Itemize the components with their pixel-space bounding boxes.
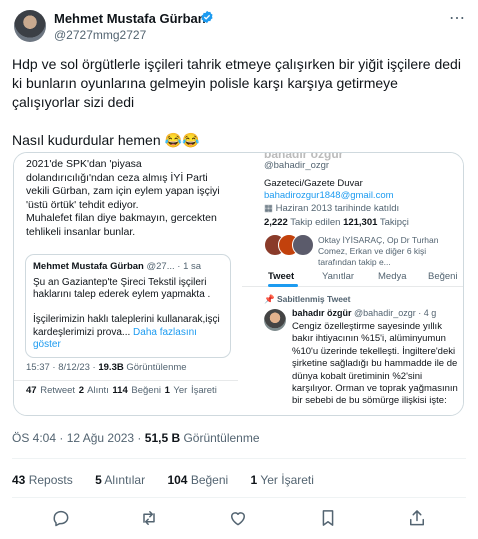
divider [12,497,466,498]
avatar[interactable] [14,10,46,42]
tab-tweet: Tweet [268,271,295,282]
tab-replies: Yanıtlar [322,271,355,282]
text-line: 2021'de SPK'dan 'piyasa [26,158,142,170]
text-line: dolandırıcılığı'ndan ceza almış İYİ Part… [26,171,208,184]
quotes-stat[interactable]: 5 Alıntılar [95,473,145,487]
avatar [264,309,286,331]
like-count: 114 [112,385,128,396]
bookmark-icon [322,510,334,526]
tab-media: Medya [378,271,407,282]
profile-tabs: Tweet Yanıtlar Medya Beğeni [242,265,463,287]
share-button[interactable] [407,508,431,532]
followed-by-avatars [264,234,316,256]
pinned-label: 📌 Sabitlenmiş Tweet [264,294,350,305]
embedded-quote-card: Mehmet Mustafa Gürban @27... · 1 sa Şu a… [25,254,231,358]
profile-email: bahadirozgur1848@gmail.com [264,190,394,201]
following-count: 2,222 [264,217,288,228]
tab-likes: Beğeni [428,271,458,282]
reply-icon [53,510,69,527]
followed-by-text: Oktay İYİSARAÇ, Op Dr Turhan Comez, Erka… [318,235,439,267]
quote-label: Alıntı [84,385,113,396]
like-icon [231,512,245,526]
profile-joined: ▦ Haziran 2013 tarihinde katıldı [264,203,399,214]
like-button[interactable] [228,508,252,532]
calendar-icon: ▦ [264,203,276,214]
likes-stat[interactable]: 104 Beğeni [167,473,228,487]
author-name[interactable]: Mehmet Mustafa Gürban [54,11,206,26]
bookmark-label: Yer İşareti [169,385,217,396]
following-label: Takip edilen [287,217,344,228]
bookmarks-label: Yer İşareti [257,473,314,487]
quote-line: haklarını talep ederek eylem yapmakta . [33,289,211,300]
repost-icon [143,511,155,525]
likes-label: Beğeni [187,473,229,487]
quotes-count: 5 [95,473,102,487]
reposts-stat[interactable]: 43 Reposts [12,473,73,487]
followers-count: 121,301 [343,217,378,228]
likes-count: 104 [167,473,188,487]
bookmark-button[interactable] [318,508,342,532]
tweet-header: Mehmet Mustafa Gürban @2727mmg2727 ⋯ [12,8,466,44]
reply-button[interactable] [51,508,75,532]
views-label: Görüntülenme [180,431,260,445]
tweet-paragraph: Hdp ve sol örgütlerle işçileri tahrik et… [12,56,461,110]
active-tab-indicator [268,284,298,287]
text-line: vekili Gürban, zam için eylem yapan işçi… [26,185,220,197]
quote-author-name: Mehmet Mustafa Gürban [33,261,144,272]
tweet-paragraph: Nasıl kudurdular hemen 😂😂 [12,132,200,148]
quoted-tweet-stats: 47 Retweet 2 Alıntı 114 Beğeni 1 Yer İşa… [26,385,217,396]
avatar [292,234,314,256]
quoted-tweet-time: 15:37 · 8/12/23 · [26,362,99,373]
share-icon [410,510,424,526]
quoted-tweet-text: 2021'de SPK'dan 'piyasa dolandırıcılığı'… [26,158,238,239]
joined-text: Haziran 2013 tarihinde katıldı [275,203,400,214]
retweet-label: Retweet [36,385,79,396]
tweet-stats: 43 Reposts 5 Alıntılar 104 Beğeni 1 Yer … [12,473,333,487]
text-line: 'üstü örtük' tehdit ediyor. [26,198,139,211]
quoted-tweet-meta: 15:37 · 8/12/23 · 19.3B Görüntülenme [26,362,187,373]
tweet-views: 51,5 B [144,431,181,445]
divider [12,458,466,459]
quote-line: kardeşlerimizi prova... Daha fazlasını g… [33,327,223,352]
repost-button[interactable] [139,508,163,532]
profile-handle: @bahadir_ozgr [264,160,330,171]
text-line: Muhalefet filan diye bakmayın, gercekten [26,212,217,224]
action-bar [0,508,478,532]
pinned-post-body: Cengiz özelleştirme sayesinde yıllık bak… [292,321,458,407]
pinned-text: Sabitlenmiş Tweet [276,294,351,304]
retweet-count: 47 [26,385,37,396]
bookmarks-stat[interactable]: 1 Yer İşareti [251,473,314,487]
quote-line [33,302,223,315]
author-handle[interactable]: @2727mmg2727 [54,28,146,42]
tweet-meta: ÖS 4:04 · 12 Ağu 2023 · 51,5 B Görüntüle… [12,431,260,445]
profile-bio: Gazeteci/Gazete Duvar [264,178,363,189]
media-image-right[interactable]: bahadır özgür @bahadir_ozgr Gazeteci/Gaz… [242,153,463,415]
pin-icon: 📌 [264,294,277,304]
tweet-time[interactable]: ÖS 4:04 · 12 Ağu 2023 · [12,431,145,445]
followers-label: Takipçi [377,217,409,228]
quotes-label: Alıntılar [101,473,146,487]
like-label: Beğeni [127,385,165,396]
tweet-media[interactable]: 2021'de SPK'dan 'piyasa dolandırıcılığı'… [13,152,464,416]
reposts-count: 43 [12,473,26,487]
pinned-post-name: bahadır özgür [292,308,352,318]
verified-badge-icon [201,10,213,24]
views-label: Görüntülenme [123,362,187,373]
quote-handle-time: @27... · 1 sa [146,261,202,272]
text-line: tehlikeli insanlar bunlar. [26,225,136,238]
quote-line: Şu an Gaziantep'te Şireci Tekstil işçile… [33,276,207,288]
more-options-icon[interactable]: ⋯ [449,8,466,28]
profile-follow-counts: 2,222 Takip edilen 121,301 Takipçi [264,217,409,228]
pinned-post-header: bahadır özgür @bahadir_ozgr · 4 g [292,308,436,318]
quote-line-text: kardeşlerimizi prova... [33,326,134,338]
quote-header: Mehmet Mustafa Gürban @27... · 1 sa [33,261,223,274]
reposts-label: Reposts [25,473,73,487]
quote-line: İşçilerimizin haklı taleplerini kullanar… [33,314,220,325]
quoted-tweet-views: 19.3B [98,362,124,373]
divider [14,380,238,381]
media-image-left[interactable]: 2021'de SPK'dan 'piyasa dolandırıcılığı'… [14,153,238,415]
pinned-post-handle: @bahadir_ozgr · 4 g [354,308,437,318]
